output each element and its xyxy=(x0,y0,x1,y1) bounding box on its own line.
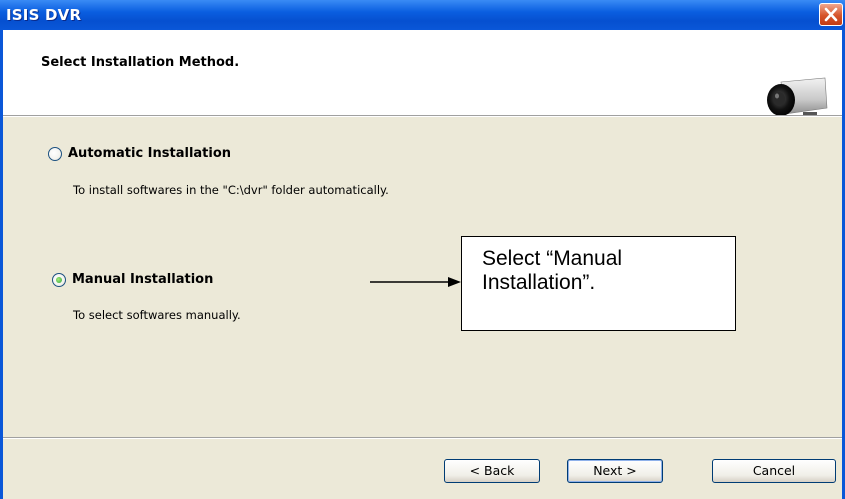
automatic-installation-description: To install softwares in the "C:\dvr" fol… xyxy=(73,183,389,197)
annotation-text: Select “Manual Installation”. xyxy=(482,247,623,294)
next-button[interactable]: Next > xyxy=(567,459,663,483)
annotation-arrow xyxy=(370,277,461,287)
annotation-callout: Select “Manual Installation”. xyxy=(461,236,736,331)
manual-installation-radio[interactable] xyxy=(52,272,66,287)
manual-installation-label: Manual Installation xyxy=(72,272,214,287)
page-title: Select Installation Method. xyxy=(41,55,240,70)
manual-installation-description: To select softwares manually. xyxy=(73,308,241,322)
close-button[interactable] xyxy=(819,3,843,26)
cancel-button[interactable]: Cancel xyxy=(712,459,836,483)
automatic-installation-radio[interactable] xyxy=(48,146,62,161)
wizard-header: Select Installation Method. xyxy=(3,30,842,116)
automatic-installation-label: Automatic Installation xyxy=(68,146,232,161)
back-button[interactable]: < Back xyxy=(444,459,540,483)
title-bar: ISIS DVR xyxy=(0,0,845,31)
window-title: ISIS DVR xyxy=(6,6,82,24)
close-icon xyxy=(824,7,838,22)
manual-installation-option[interactable]: Manual Installation xyxy=(52,272,213,287)
footer-divider xyxy=(3,437,842,439)
automatic-installation-option[interactable]: Automatic Installation xyxy=(48,146,231,161)
